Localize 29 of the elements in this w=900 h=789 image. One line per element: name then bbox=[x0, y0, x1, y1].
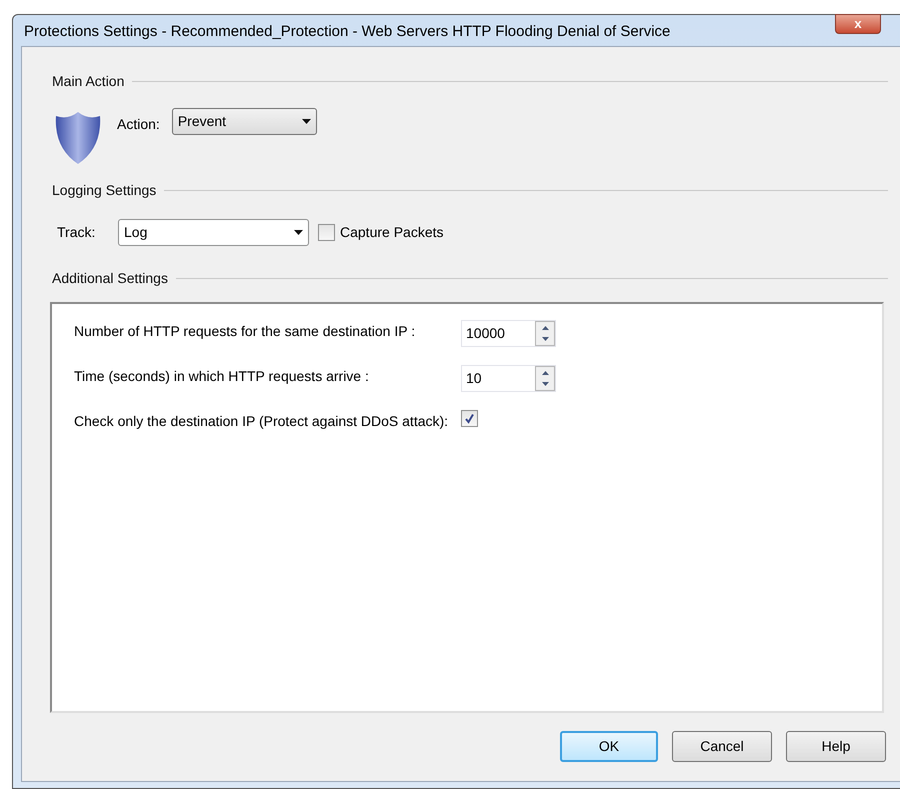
setting-label: Check only the destination IP (Protect against DDoS attack): bbox=[74, 412, 450, 431]
check-icon bbox=[464, 413, 475, 424]
up-arrow-icon bbox=[542, 370, 548, 375]
setting-label: Time (seconds) in which HTTP requests arrive : bbox=[74, 367, 370, 386]
caret-icon bbox=[294, 230, 303, 235]
track-dropdown[interactable]: Log bbox=[118, 219, 309, 246]
down-arrow-icon bbox=[542, 337, 548, 342]
setting-label: Number of HTTP requests for the same destination IP : bbox=[74, 322, 416, 341]
up-arrow-icon bbox=[542, 326, 548, 330]
window-title: Protections Settings - Recommended_Protection - Web Servers HTTP Flooding Denial of Service bbox=[24, 22, 672, 42]
capture-packets-label: Capture Packets bbox=[340, 223, 444, 242]
dialog-button[interactable]: OK bbox=[560, 731, 658, 762]
down-arrow-icon bbox=[542, 382, 548, 386]
spinner-buttons[interactable] bbox=[535, 321, 555, 346]
section-heading: Logging Settings bbox=[52, 181, 156, 200]
checkbox[interactable] bbox=[318, 224, 335, 241]
caret-icon bbox=[302, 119, 311, 124]
action-dropdown[interactable]: Prevent bbox=[172, 108, 317, 135]
number-field[interactable]: 10000 bbox=[461, 320, 556, 347]
section-heading: Main Action bbox=[52, 72, 124, 91]
spinner-buttons[interactable] bbox=[535, 366, 555, 391]
checkbox[interactable] bbox=[461, 410, 478, 427]
dialog-button[interactable]: Help bbox=[786, 731, 886, 762]
number-field[interactable]: 10 bbox=[461, 365, 556, 392]
section-heading: Additional Settings bbox=[52, 269, 168, 288]
track-label: Track: bbox=[57, 223, 96, 242]
action-label: Action: bbox=[117, 115, 160, 134]
dialog-button[interactable]: Cancel bbox=[672, 731, 772, 762]
shield-icon bbox=[54, 112, 102, 164]
